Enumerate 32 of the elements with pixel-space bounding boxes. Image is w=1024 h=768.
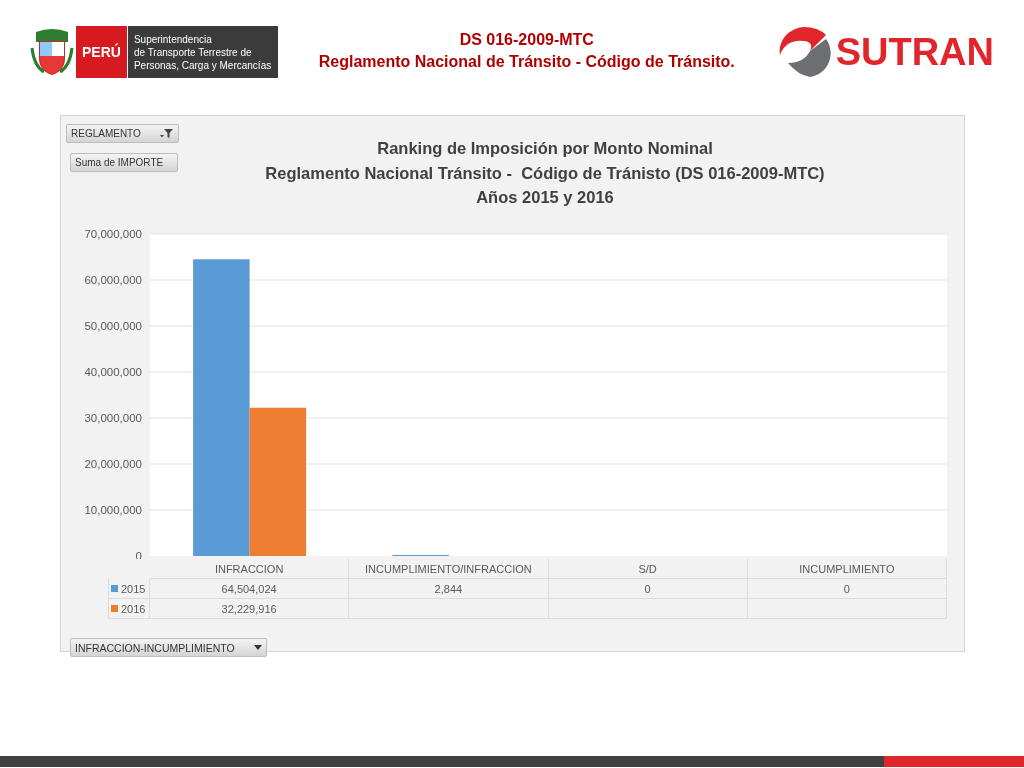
country-label: PERÚ — [76, 26, 127, 78]
axis-tick-label: 20,000,000 — [84, 458, 142, 470]
category-header-cell: S/D — [548, 559, 748, 579]
series-label: 2016 — [121, 602, 146, 615]
table-cell: 2,844 — [349, 579, 549, 599]
axis-tick-label: 30,000,000 — [84, 412, 142, 424]
filter-icon — [160, 128, 174, 139]
filter-button[interactable]: REGLAMENTO — [66, 124, 179, 143]
brand-name: SUTRAN — [835, 30, 994, 74]
field-button[interactable]: Suma de IMPORTE — [70, 153, 178, 172]
axis-tick-label: 40,000,000 — [84, 366, 142, 378]
axis-tick-label: 10,000,000 — [84, 504, 142, 516]
category-header-cell: INCUMPLIMIENTO — [747, 559, 947, 579]
field-dropdown-button[interactable]: INFRACCION-INCUMPLIMIENTO — [70, 638, 267, 657]
axis-tick-label: 50,000,000 — [84, 320, 142, 332]
table-cell: 0 — [548, 579, 748, 599]
axis-tick-label: 70,000,000 — [84, 228, 142, 240]
table-cell: 32,229,916 — [150, 599, 350, 619]
category-header-cell: INFRACCION — [150, 559, 350, 579]
table-cell: 64,504,024 — [150, 579, 350, 599]
agency-name-line: Personas, Carga y Mercancías — [133, 58, 272, 72]
table-cell: 0 — [747, 579, 947, 599]
agency-name-line: Superintendencia — [133, 32, 213, 46]
chart-title: Ranking de Imposición por Monto Nominal Reglamento Nacional Tránsito - Código de Tránisto (DS 016-2009-MTC) Años 2015 y 2016 — [264, 138, 826, 208]
axis-tick-label: 60,000,000 — [84, 274, 142, 286]
category-header-cell: INCUMPLIMIENTO/INFRACCION — [349, 559, 549, 579]
agency-name-line: de Transporte Terrestre de — [133, 45, 253, 59]
dropdown-caret-icon — [254, 645, 262, 650]
slide-title-line: DS 016-2009-MTC — [459, 30, 594, 50]
coat-of-arms-icon — [30, 28, 74, 76]
slide-title-line: Reglamento Nacional de Tránsito - Código de Tránsito. — [318, 52, 735, 72]
series-label: 2015 — [121, 582, 146, 595]
